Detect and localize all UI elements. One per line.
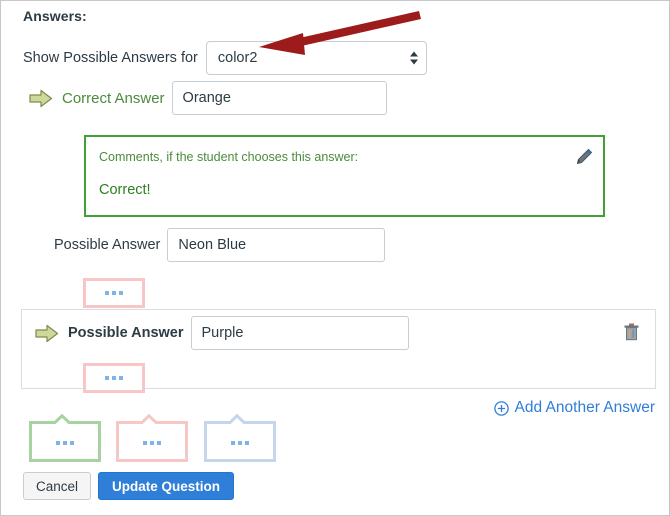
updown-arrows-icon bbox=[409, 51, 418, 65]
green-callout[interactable] bbox=[29, 413, 101, 462]
blue-callout[interactable] bbox=[204, 413, 276, 462]
plus-circle-icon bbox=[493, 400, 509, 416]
quiz-answers-panel: Answers: Show Possible Answers for color… bbox=[0, 0, 670, 516]
footer-buttons: Cancel Update Question bbox=[23, 472, 235, 500]
show-answers-select-value: color2 bbox=[217, 50, 258, 66]
answer-comment-placeholder[interactable] bbox=[83, 278, 145, 308]
pencil-icon[interactable] bbox=[576, 148, 593, 165]
ellipsis-dots-icon bbox=[29, 441, 101, 445]
possible-answer-value: Neon Blue bbox=[178, 237, 247, 253]
green-arrow-icon bbox=[29, 89, 53, 107]
ellipsis-dots-icon bbox=[116, 441, 188, 445]
correct-answer-input[interactable]: Orange bbox=[171, 81, 387, 115]
blue-callout-shape bbox=[204, 413, 276, 462]
trash-icon[interactable] bbox=[624, 323, 639, 341]
possible-answer-input[interactable]: Neon Blue bbox=[167, 228, 386, 262]
possible-answer-input[interactable]: Purple bbox=[190, 316, 409, 350]
answer-comments-box[interactable]: Comments, if the student chooses this an… bbox=[84, 135, 605, 217]
green-callout-shape bbox=[29, 413, 101, 462]
cancel-button[interactable]: Cancel bbox=[23, 472, 92, 500]
correct-answer-row: Correct Answer Orange bbox=[29, 81, 387, 115]
add-another-answer-link[interactable]: Add Another Answer bbox=[493, 399, 655, 417]
possible-answer-value: Purple bbox=[201, 325, 244, 341]
answer-row-purple-content: Possible Answer Purple bbox=[35, 316, 409, 350]
answer-comment-placeholder[interactable] bbox=[83, 363, 145, 393]
update-question-button[interactable]: Update Question bbox=[98, 472, 235, 500]
answers-heading: Answers: bbox=[23, 8, 87, 24]
correct-answer-value: Orange bbox=[182, 90, 231, 106]
ellipsis-dots-icon bbox=[105, 376, 123, 380]
add-another-answer-label: Add Another Answer bbox=[514, 399, 655, 416]
possible-answer-label: Possible Answer bbox=[68, 325, 184, 341]
ellipsis-dots-icon bbox=[204, 441, 276, 445]
pink-callout[interactable] bbox=[116, 413, 188, 462]
possible-answer-label: Possible Answer bbox=[54, 237, 161, 253]
correct-answer-label: Correct Answer bbox=[62, 89, 165, 107]
show-answers-select[interactable]: color2 bbox=[205, 41, 427, 75]
green-arrow-icon bbox=[35, 324, 59, 342]
answer-row-neon-blue: Possible Answer Neon Blue bbox=[54, 228, 386, 262]
pink-callout-shape bbox=[116, 413, 188, 462]
comments-value: Correct! bbox=[99, 182, 151, 198]
ellipsis-dots-icon bbox=[105, 291, 123, 295]
show-possible-answers-label: Show Possible Answers for bbox=[23, 50, 198, 66]
comments-prompt: Comments, if the student chooses this an… bbox=[99, 150, 359, 164]
show-possible-answers-row: Show Possible Answers for color2 bbox=[23, 41, 427, 75]
